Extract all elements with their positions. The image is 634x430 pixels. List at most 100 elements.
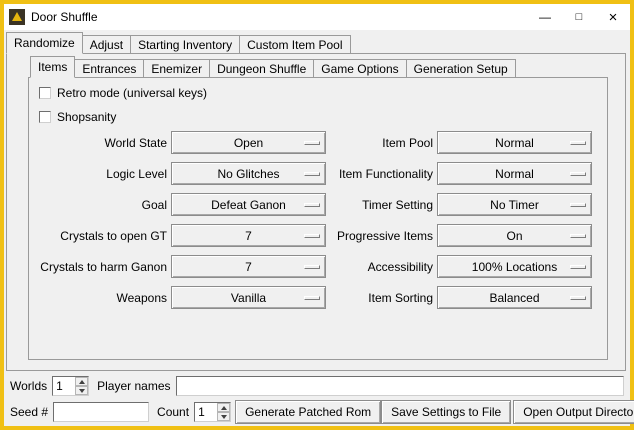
dropdown-indicator-icon [570, 141, 586, 145]
dropdown-indicator-icon [304, 203, 320, 207]
dropdown-crystals-gt-value: 7 [245, 229, 252, 243]
dropdown-weapons[interactable]: Vanilla [171, 286, 326, 309]
settings-grid: World State Open Item Pool Normal Logic … [37, 131, 592, 309]
label-item-sorting: Item Sorting [330, 291, 433, 305]
player-names-label: Player names [97, 379, 170, 393]
worlds-spin-arrows [75, 377, 88, 395]
label-item-pool: Item Pool [330, 136, 433, 150]
dropdown-indicator-icon [304, 296, 320, 300]
label-progressive-items: Progressive Items [330, 229, 433, 243]
worlds-spin-up[interactable] [75, 377, 88, 386]
tab-randomize[interactable]: Randomize [6, 32, 83, 54]
dropdown-indicator-icon [570, 172, 586, 176]
player-names-input[interactable] [176, 376, 625, 396]
open-output-directory-button[interactable]: Open Output Directory [513, 400, 634, 424]
items-tab-panel: Retro mode (universal keys) Shopsanity W… [28, 77, 608, 360]
seed-label: Seed # [10, 405, 48, 419]
arrow-up-icon [221, 406, 227, 410]
label-timer-setting: Timer Setting [330, 198, 433, 212]
shopsanity-row: Shopsanity [39, 109, 116, 125]
count-spinbox [194, 402, 231, 422]
tab-starting-inventory[interactable]: Starting Inventory [130, 35, 240, 54]
dropdown-weapons-value: Vanilla [231, 291, 266, 305]
tab-adjust[interactable]: Adjust [82, 35, 131, 54]
retro-mode-checkbox[interactable] [39, 87, 51, 99]
outer-tab-bar: Randomize Adjust Starting Inventory Cust… [6, 32, 350, 54]
window-controls: — □ × [528, 4, 630, 30]
label-item-functionality: Item Functionality [330, 167, 433, 181]
dropdown-crystals-gt[interactable]: 7 [171, 224, 326, 247]
maximize-icon: □ [576, 12, 583, 23]
worlds-spinbox [52, 376, 89, 396]
label-logic-level: Logic Level [37, 167, 167, 181]
retro-mode-label: Retro mode (universal keys) [57, 86, 207, 100]
worlds-label: Worlds [10, 379, 47, 393]
dropdown-item-sorting[interactable]: Balanced [437, 286, 592, 309]
worlds-spin-down[interactable] [75, 386, 88, 395]
minimize-button[interactable]: — [528, 4, 562, 30]
inner-tab-bar: Items Entrances Enemizer Dungeon Shuffle… [30, 56, 515, 78]
dropdown-world-state-value: Open [234, 136, 263, 150]
generate-patched-rom-button[interactable]: Generate Patched Rom [235, 400, 381, 424]
dropdown-progressive-items-value: On [506, 229, 522, 243]
dropdown-indicator-icon [570, 234, 586, 238]
dropdown-indicator-icon [570, 296, 586, 300]
window-title: Door Shuffle [31, 10, 98, 24]
shopsanity-checkbox[interactable] [39, 111, 51, 123]
tab-items[interactable]: Items [30, 56, 75, 78]
seed-row: Seed # Count Generate Patched Rom Save S… [10, 400, 624, 424]
tab-dungeon-shuffle[interactable]: Dungeon Shuffle [209, 59, 314, 78]
minimize-icon: — [539, 11, 551, 23]
save-settings-button[interactable]: Save Settings to File [381, 400, 511, 424]
dropdown-logic-level[interactable]: No Glitches [171, 162, 326, 185]
label-world-state: World State [37, 136, 167, 150]
worlds-input[interactable] [53, 377, 75, 395]
dropdown-goal-value: Defeat Ganon [211, 198, 286, 212]
shopsanity-label: Shopsanity [57, 110, 116, 124]
tab-game-options[interactable]: Game Options [313, 59, 406, 78]
dropdown-indicator-icon [570, 265, 586, 269]
dropdown-crystals-ganon[interactable]: 7 [171, 255, 326, 278]
seed-input[interactable] [53, 402, 149, 422]
label-goal: Goal [37, 198, 167, 212]
retro-mode-row: Retro mode (universal keys) [39, 85, 207, 101]
dropdown-goal[interactable]: Defeat Ganon [171, 193, 326, 216]
count-spin-down[interactable] [217, 412, 230, 421]
dropdown-indicator-icon [304, 172, 320, 176]
close-button[interactable]: × [596, 4, 630, 30]
dropdown-item-sorting-value: Balanced [489, 291, 539, 305]
tab-entrances[interactable]: Entrances [74, 59, 144, 78]
dropdown-indicator-icon [304, 234, 320, 238]
label-crystals-gt: Crystals to open GT [37, 229, 167, 243]
arrow-down-icon [221, 415, 227, 419]
dropdown-progressive-items[interactable]: On [437, 224, 592, 247]
tab-enemizer[interactable]: Enemizer [143, 59, 210, 78]
count-spin-up[interactable] [217, 403, 230, 412]
maximize-button[interactable]: □ [562, 4, 596, 30]
close-icon: × [609, 10, 618, 25]
count-input[interactable] [195, 403, 217, 421]
arrow-up-icon [79, 380, 85, 384]
dropdown-logic-level-value: No Glitches [217, 167, 279, 181]
dropdown-timer-setting[interactable]: No Timer [437, 193, 592, 216]
label-accessibility: Accessibility [330, 260, 433, 274]
dropdown-accessibility-value: 100% Locations [472, 260, 557, 274]
tab-custom-item-pool[interactable]: Custom Item Pool [239, 35, 350, 54]
dropdown-world-state[interactable]: Open [171, 131, 326, 154]
label-crystals-ganon: Crystals to harm Ganon [37, 260, 167, 274]
app-icon [9, 9, 25, 25]
dropdown-item-pool-value: Normal [495, 136, 534, 150]
dropdown-accessibility[interactable]: 100% Locations [437, 255, 592, 278]
dropdown-item-functionality[interactable]: Normal [437, 162, 592, 185]
count-spin-arrows [217, 403, 230, 421]
tab-generation-setup[interactable]: Generation Setup [406, 59, 516, 78]
dropdown-indicator-icon [304, 265, 320, 269]
dropdown-item-pool[interactable]: Normal [437, 131, 592, 154]
arrow-down-icon [79, 389, 85, 393]
label-weapons: Weapons [37, 291, 167, 305]
dropdown-timer-setting-value: No Timer [490, 198, 539, 212]
dropdown-indicator-icon [304, 141, 320, 145]
count-label: Count [157, 405, 189, 419]
titlebar: Door Shuffle — □ × [4, 4, 630, 30]
dropdown-crystals-ganon-value: 7 [245, 260, 252, 274]
